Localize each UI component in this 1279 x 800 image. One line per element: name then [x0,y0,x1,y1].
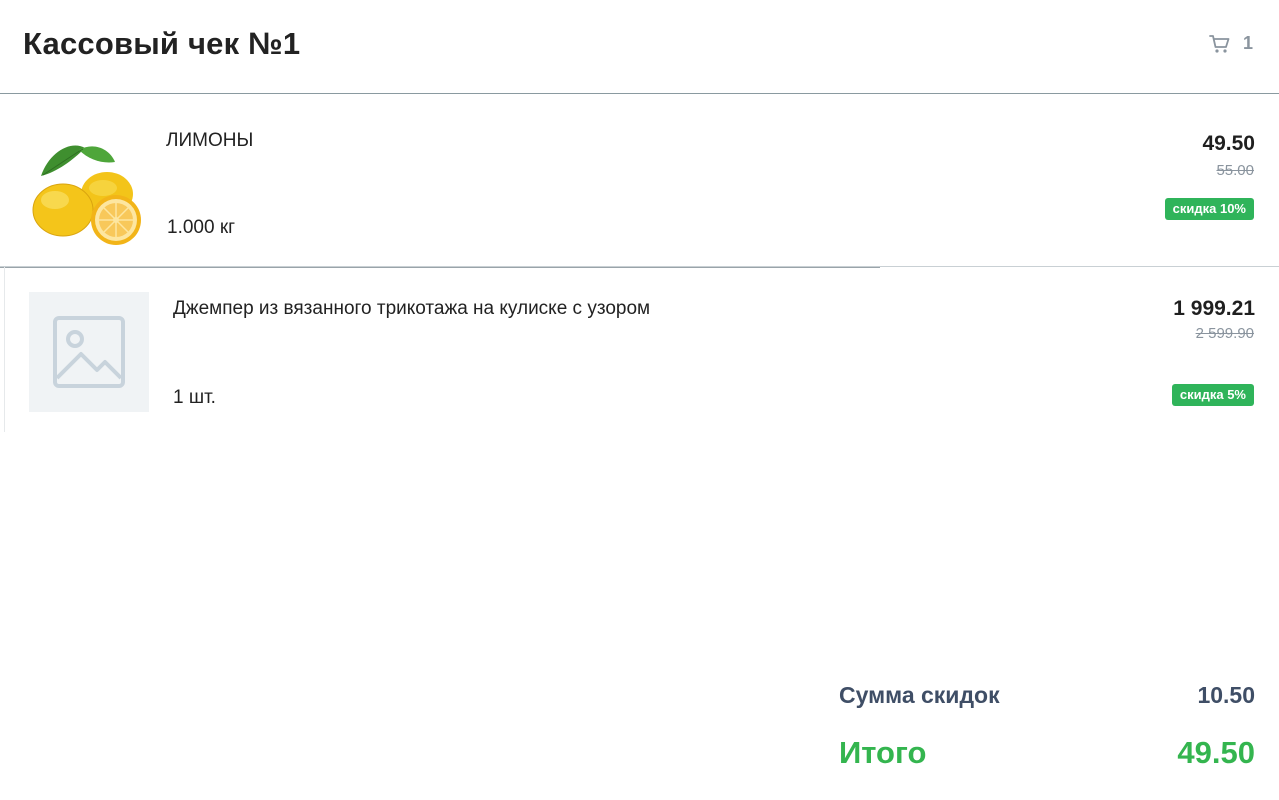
total-label: Итого [839,735,927,770]
page-title: Кассовый чек №1 [23,26,301,61]
discount-badge: скидка 10% [1164,198,1254,220]
item-divider [0,267,880,268]
receipt-item[interactable]: Джемпер из вязанного трикотажа на кулиск… [0,267,1279,432]
receipt-header: Кассовый чек №1 1 [0,0,1279,94]
cart-indicator[interactable]: 1 [1209,33,1253,54]
cart-icon[interactable] [1209,34,1231,54]
receipt-item[interactable]: ЛИМОНЫ 1.000 кг 49.50 55.00 скидка 10% [0,94,1279,267]
item-name: Джемпер из вязанного трикотажа на кулиск… [173,298,651,319]
cart-count: 1 [1242,33,1253,53]
item-price: 1 999.21 [1173,297,1255,320]
discount-sum-value: 10.50 [1197,682,1255,708]
item-old-price: 55.00 [1216,162,1254,179]
lemon-image [23,132,143,252]
item-name: ЛИМОНЫ [166,130,254,151]
total-summary: Итого 49.50 [839,735,1255,775]
image-placeholder-icon [29,292,149,412]
item-price: 49.50 [1202,132,1255,155]
item-quantity: 1.000 кг [167,217,236,238]
discount-badge: скидка 5% [1171,384,1254,406]
total-value: 49.50 [1177,735,1255,770]
discount-summary: Сумма скидок 10.50 [839,682,1255,712]
item-old-price: 2 599.90 [1195,325,1254,342]
item-quantity: 1 шт. [173,387,216,408]
discount-sum-label: Сумма скидок [839,682,1000,708]
item-left-border [4,267,5,432]
